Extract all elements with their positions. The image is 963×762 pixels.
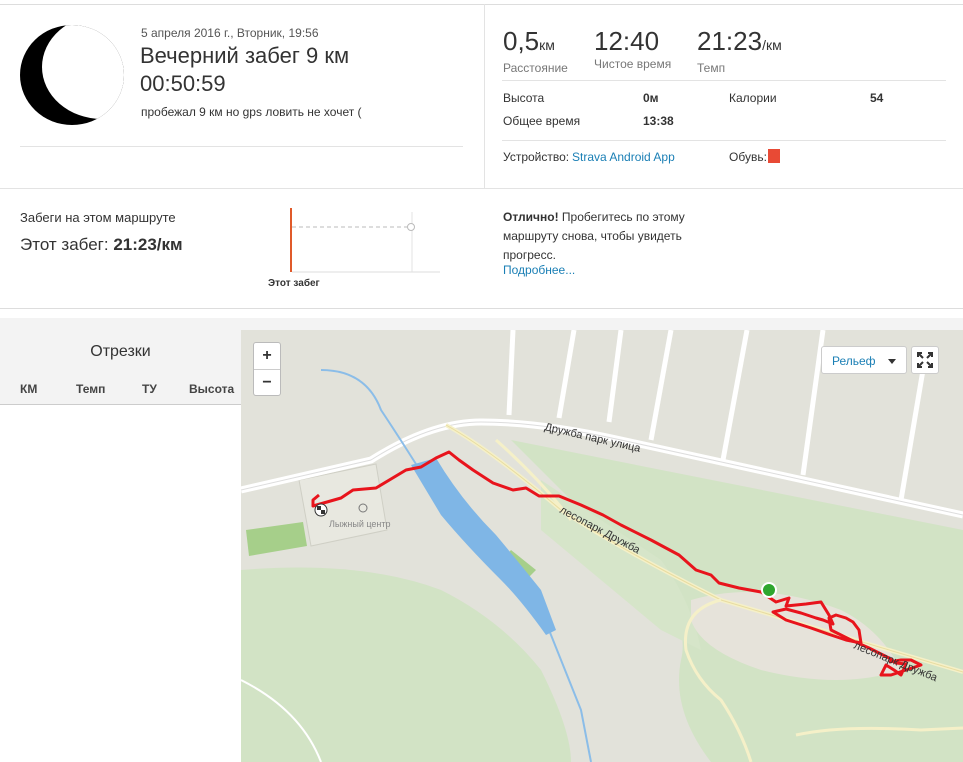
- shoe-icon[interactable]: [768, 149, 780, 163]
- fullscreen-button[interactable]: [911, 346, 939, 374]
- stat-distance-label: Расстояние: [503, 61, 568, 75]
- stat-distance: 0,5км Расстояние: [503, 28, 568, 75]
- route-note: Отлично! Пробегитесь по этому маршруту с…: [503, 208, 703, 265]
- divider-vertical: [484, 4, 485, 188]
- chart-axis-label: Этот забег: [268, 277, 320, 289]
- splits-panel: Отрезки КМ Темп ТУ Высота: [0, 330, 242, 762]
- route-note-bold: Отлично!: [503, 210, 559, 224]
- elapsed-time-label: Общее время: [503, 114, 581, 128]
- route-comparison-chart: Этот забег: [268, 208, 440, 289]
- map-label-ski: Лыжный центр: [329, 519, 391, 529]
- divider: [502, 140, 946, 141]
- stat-pace-label: Темп: [697, 61, 726, 75]
- stat-pace-value: 21:23: [697, 26, 763, 56]
- activity-description: пробежал 9 км но gps ловить не хочет (: [141, 105, 362, 119]
- this-run-value: 21:23/км: [113, 235, 183, 254]
- elapsed-time-value: 13:38: [643, 114, 674, 128]
- more-link[interactable]: Подробнее...: [503, 263, 575, 277]
- shoes-label: Обувь:: [729, 150, 767, 164]
- section-gap: [0, 318, 963, 330]
- splits-col-gap[interactable]: ТУ: [142, 382, 157, 396]
- chart-this-run-bar: [290, 208, 292, 272]
- elevation-value: 0м: [643, 91, 659, 105]
- stat-distance-unit: км: [539, 37, 555, 53]
- map-layer-select[interactable]: Рельеф: [821, 346, 907, 374]
- zoom-in-button[interactable]: +: [254, 343, 280, 369]
- chevron-down-icon: [888, 359, 896, 364]
- expand-icon: [917, 352, 933, 368]
- stat-moving-time-value: 12:40: [594, 26, 660, 56]
- zoom-out-button[interactable]: −: [254, 370, 280, 396]
- route-map[interactable]: Дружба парк улица лесопарк Дружба лесопа…: [241, 330, 963, 762]
- stat-pace: 21:23/км Темп: [697, 28, 782, 75]
- activity-title: Вечерний забег 9 км: [140, 43, 350, 68]
- map-layer-label: Рельеф: [832, 354, 876, 368]
- this-run-prefix: Этот забег:: [20, 235, 109, 254]
- activity-duration: 00:50:59: [140, 71, 226, 96]
- zoom-control: + −: [253, 342, 281, 396]
- splits-col-elevation[interactable]: Высота: [189, 382, 234, 396]
- this-run-pace: Этот забег: 21:23/км: [20, 235, 183, 255]
- stat-moving-time-label: Чистое время: [594, 57, 672, 71]
- section-divider: [0, 188, 963, 189]
- chart-point: [407, 223, 415, 231]
- activity-date: 5 апреля 2016 г., Вторник, 19:56: [141, 26, 319, 40]
- device-label: Устройство:: [503, 150, 570, 164]
- route-efforts-label: Забеги на этом маршруте: [20, 210, 176, 225]
- start-marker-icon: [761, 582, 777, 598]
- section-divider: [0, 308, 963, 309]
- athlete-avatar[interactable]: [20, 25, 124, 125]
- top-border: [0, 4, 963, 5]
- calories-value: 54: [870, 91, 884, 105]
- device-link[interactable]: Strava Android App: [572, 150, 675, 164]
- splits-columns: КМ Темп ТУ Высота: [0, 374, 241, 405]
- stat-distance-value: 0,5: [503, 26, 540, 56]
- calories-label: Калории: [729, 91, 777, 105]
- finish-flag-icon: [314, 503, 328, 517]
- divider: [502, 80, 946, 81]
- divider: [20, 146, 463, 147]
- map-canvas[interactable]: Дружба парк улица лесопарк Дружба лесопа…: [241, 330, 963, 762]
- splits-title: Отрезки: [0, 330, 241, 375]
- stat-moving-time: 12:40 Чистое время: [594, 28, 671, 71]
- splits-col-km[interactable]: КМ: [20, 382, 37, 396]
- splits-col-pace[interactable]: Темп: [76, 382, 105, 396]
- stat-pace-unit: /км: [762, 37, 782, 53]
- elevation-label: Высота: [503, 91, 545, 105]
